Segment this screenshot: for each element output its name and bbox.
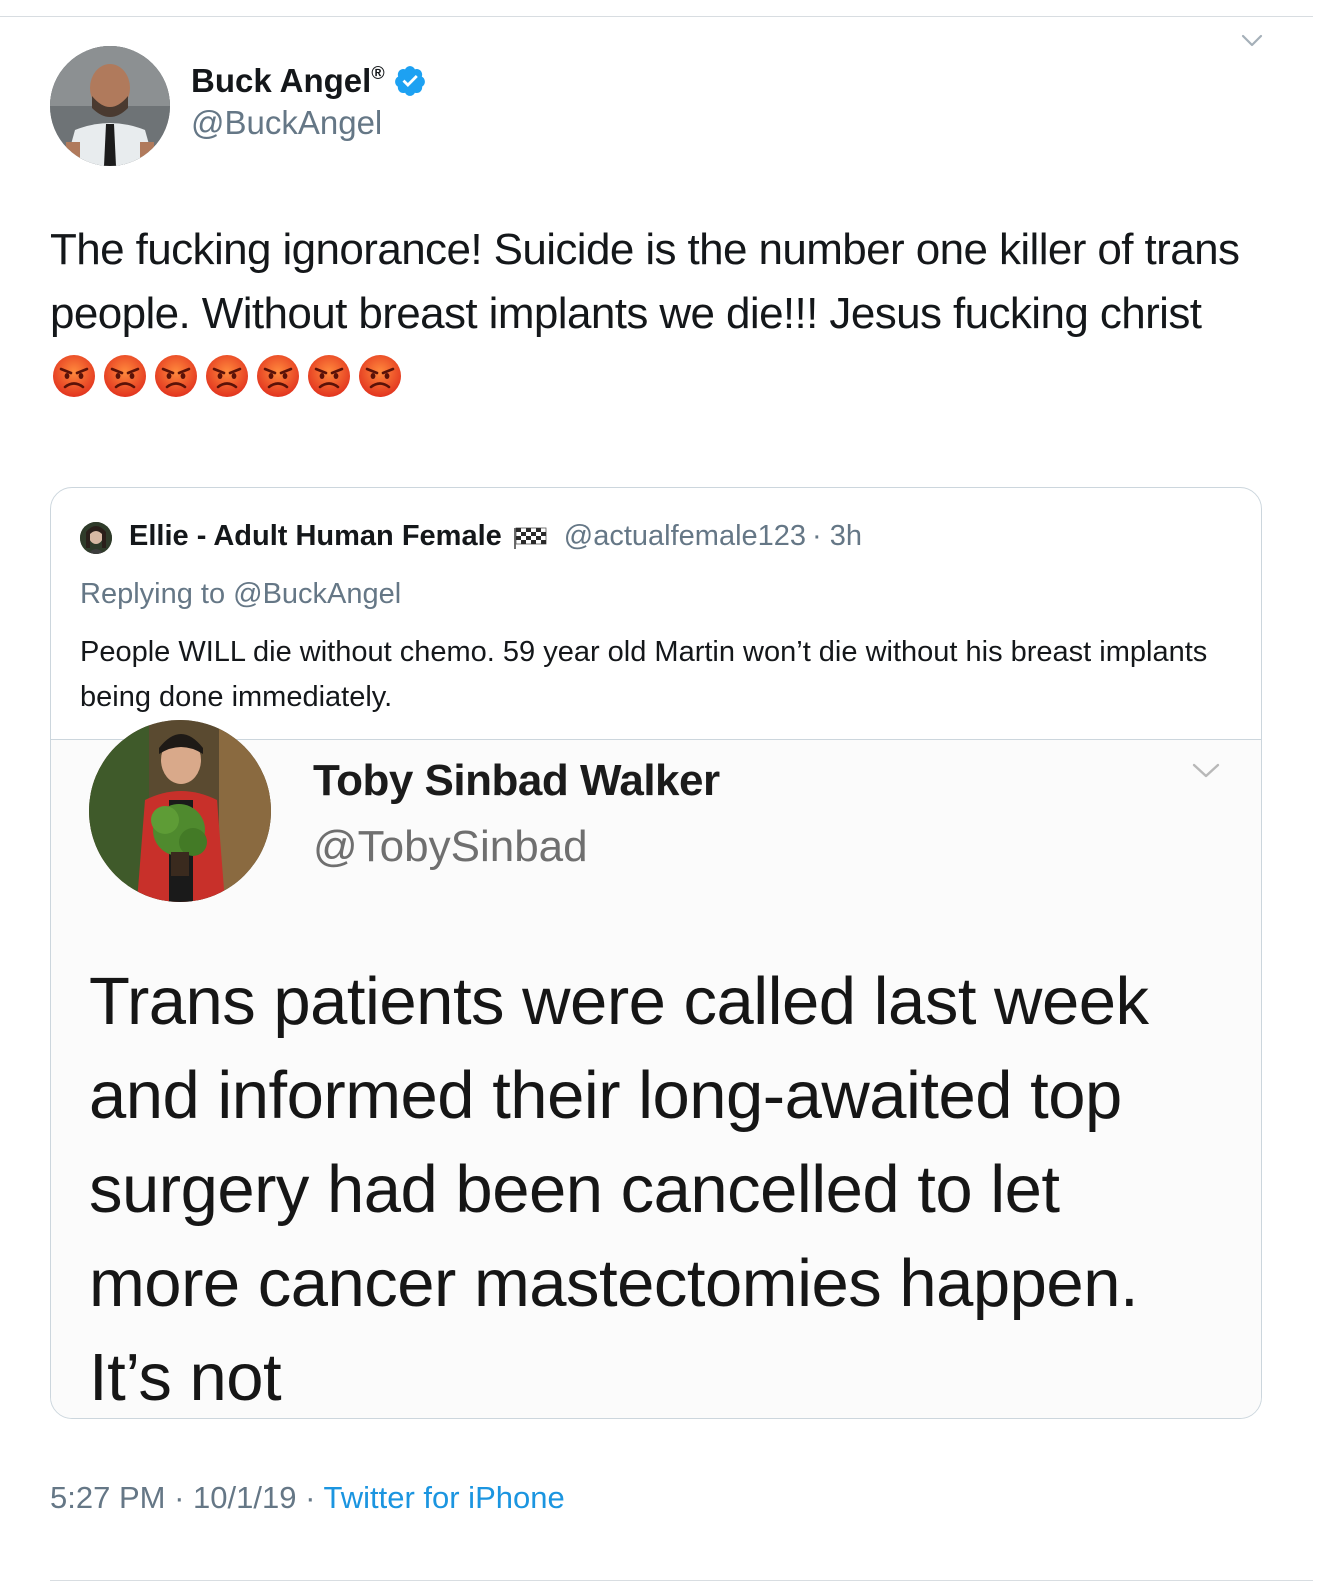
quoted-tweet-card[interactable]: Ellie - Adult Human Female @actualfemale… [50,487,1262,1419]
author-name[interactable]: Buck Angel ® [191,62,427,100]
registered-mark: ® [371,62,385,83]
tweet-date[interactable]: 10/1/19 [193,1480,296,1515]
replying-to: Replying to @BuckAngel [80,578,402,610]
author-name-text: Buck Angel [191,62,372,99]
tweet-text: The fucking ignorance! Suicide is the nu… [50,218,1300,410]
quoted-tweet-text: People WILL die without chemo. 59 year o… [80,636,1208,713]
tweet-text-body: The fucking ignorance! Suicide is the nu… [50,225,1240,338]
tweet-menu-chevron-down-icon[interactable] [1241,34,1263,48]
media-author-name: Toby Sinbad Walker [313,756,720,805]
media-tweet-text: Trans patients were called last week and… [89,964,1149,1415]
bottom-divider [50,1580,1313,1581]
top-divider [0,16,1313,17]
author-avatar[interactable] [50,46,170,166]
angry-face-emoji-icon [52,352,96,397]
angry-face-emoji-icon [256,352,300,397]
meta-separator: · [174,1480,185,1515]
tweet-meta: 5:27 PM · 10/1/19 · Twitter for iPhone [50,1480,565,1516]
verified-badge-icon [393,64,427,98]
chequered-flag-icon [512,525,548,549]
author-handle[interactable]: @BuckAngel [191,104,382,142]
angry-face-emoji-icon [307,352,351,397]
angry-face-emoji-icon [205,352,249,397]
angry-face-emoji-icon [358,352,402,397]
tweet-source-link[interactable]: Twitter for iPhone [323,1480,564,1515]
angry-face-emoji-icon [154,352,198,397]
tweet-time[interactable]: 5:27 PM [50,1480,165,1515]
meta-separator: · [305,1480,316,1515]
angry-face-emoji-icon [103,352,147,397]
media-avatar [89,720,271,902]
quoted-media-image[interactable]: Toby Sinbad Walker @TobySinbad Trans pat… [51,720,1261,1418]
quoted-author-handle: @actualfemale123 [563,520,807,552]
quoted-tweet-age: · 3h [812,520,863,552]
quoted-author-line[interactable]: Ellie - Adult Human Female @actualfemale… [129,520,862,553]
media-author-handle: @TobySinbad [313,822,588,871]
angry-emoji-row [52,352,409,397]
quoted-author-avatar[interactable] [80,522,112,554]
media-chevron-down-icon [1191,762,1220,778]
quoted-author-name: Ellie - Adult Human Female [129,520,502,552]
